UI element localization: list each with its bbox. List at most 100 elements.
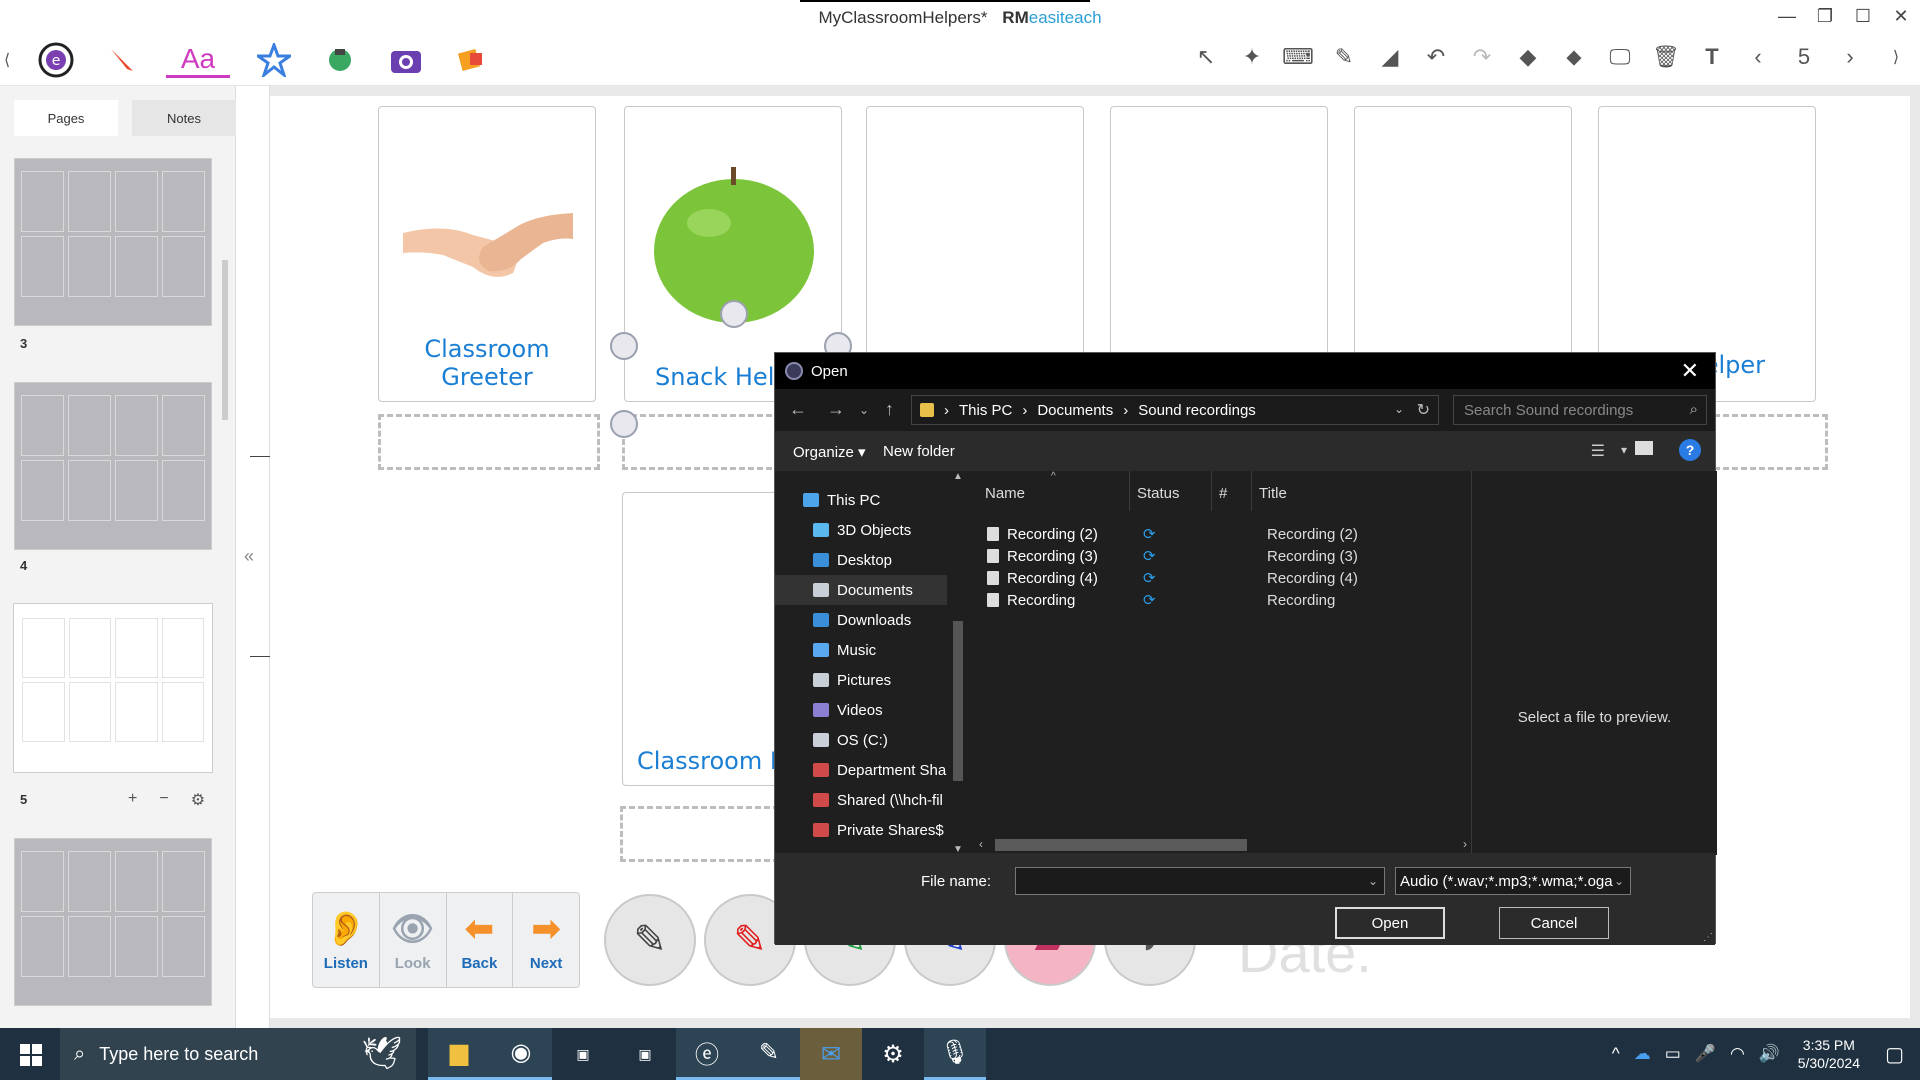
up-folder-icon[interactable]: ↑ (885, 399, 894, 420)
text-tool-icon[interactable]: Aa (166, 42, 230, 78)
minimize-button[interactable]: — (1778, 6, 1796, 27)
start-button[interactable] (20, 1044, 42, 1066)
navigation-scrollbar[interactable]: ▲ ▼ (949, 471, 967, 855)
show-hidden-icons[interactable]: ^ (1612, 1044, 1620, 1064)
chrome-icon[interactable]: ◉ (490, 1028, 552, 1080)
nav-item[interactable]: Pictures (775, 665, 947, 695)
forward-icon[interactable]: → (827, 399, 845, 420)
helper-card-greeter[interactable]: Classroom Greeter (378, 106, 596, 402)
column-name[interactable]: Name (985, 485, 1025, 502)
redo-icon[interactable]: ↷ (1466, 44, 1498, 70)
add-page-button[interactable]: + (128, 790, 137, 810)
tab-notes[interactable]: Notes (132, 100, 236, 136)
listen-button[interactable]: 👂 Listen (313, 893, 380, 987)
back-icon[interactable]: ← (789, 399, 807, 420)
file-type-select[interactable]: Audio (*.wav;*.mp3;*.wma;*.oga ⌄ (1395, 867, 1631, 895)
nav-item[interactable]: Department Sha (775, 755, 947, 785)
nav-item[interactable]: Music (775, 635, 947, 665)
camera-icon[interactable] (384, 42, 428, 78)
address-bar[interactable]: › This PC › Documents › Sound recordings… (911, 395, 1439, 425)
voice-recorder-icon[interactable]: 🎙 (924, 1028, 986, 1080)
tab-pages[interactable]: Pages (14, 100, 118, 136)
display-icon[interactable]: 🖵 (1604, 44, 1636, 70)
easiteach-logo-icon[interactable]: e (34, 42, 78, 78)
file-row[interactable]: Recording (4) ⟳ Recording (4) (987, 567, 1358, 589)
maximize-button[interactable]: ☐ (1854, 6, 1872, 27)
battery-icon[interactable]: ▭ (1665, 1044, 1681, 1064)
view-dropdown-icon[interactable]: ▾ (1621, 443, 1627, 457)
file-row[interactable]: Recording (2) ⟳ Recording (2) (987, 523, 1358, 545)
pen-tool-icon[interactable] (100, 42, 144, 78)
resize-grip-icon[interactable]: ⋰ (1703, 932, 1713, 943)
nav-item[interactable]: Videos (775, 695, 947, 725)
nav-item[interactable]: Shared (\\hch-fil (775, 785, 947, 815)
clear-icon[interactable]: ⬥ (1558, 44, 1590, 70)
clock[interactable]: 3:35 PM 5/30/2024 (1798, 1036, 1860, 1072)
panel-app-icon[interactable]: ▣ (614, 1028, 676, 1080)
horizontal-scrollbar[interactable]: ‹ › (977, 835, 1467, 855)
outlook-icon[interactable]: ✉ (800, 1028, 862, 1080)
page-thumbnail-5[interactable] (14, 604, 212, 772)
file-explorer-icon[interactable]: ▆ (428, 1028, 490, 1080)
onedrive-icon[interactable]: ☁ (1634, 1044, 1651, 1064)
file-row[interactable]: Recording (3) ⟳ Recording (3) (987, 545, 1358, 567)
recent-locations-icon[interactable]: ⌄ (859, 403, 869, 417)
view-options-icon[interactable]: ☰ (1591, 441, 1605, 461)
preview-pane-icon[interactable] (1635, 441, 1653, 455)
close-button[interactable]: ✕ (1892, 6, 1910, 27)
fill-icon[interactable]: ◢ (1374, 44, 1406, 70)
nav-item[interactable]: Private Shares$ ( (775, 815, 947, 845)
column-status[interactable]: Status (1137, 485, 1180, 502)
page-thumbnail-6[interactable] (14, 838, 212, 1006)
refresh-icon[interactable]: ↻ (1417, 400, 1430, 420)
magic-select-icon[interactable]: ✦ (1236, 44, 1268, 70)
hand-tool-icon[interactable] (318, 42, 362, 78)
cancel-button[interactable]: Cancel (1499, 907, 1609, 939)
taskbar-search[interactable]: ⌕ Type here to search 🕊 (60, 1028, 416, 1080)
ignite-icon[interactable]: ▣ (552, 1028, 614, 1080)
microphone-icon[interactable]: 🎤 (1695, 1044, 1716, 1064)
expand-toolbar-icon[interactable]: ⟩ (1880, 47, 1912, 67)
next-button[interactable]: ➡ Next (513, 893, 579, 987)
notifications-icon[interactable]: ▢ (1885, 1042, 1904, 1067)
resize-handle[interactable] (610, 410, 638, 438)
back-button[interactable]: ⬅ Back (447, 893, 514, 987)
organize-button[interactable]: Organize ▾ (793, 443, 866, 461)
highlighter-icon[interactable]: ✎ (1328, 44, 1360, 70)
page-settings-icon[interactable]: ⚙ (191, 790, 205, 810)
restore-button[interactable]: ❐ (1816, 6, 1834, 27)
grey-pen-icon[interactable]: ✎ (604, 894, 696, 986)
nav-item[interactable]: This PC (775, 485, 947, 515)
dialog-close-button[interactable]: ✕ (1681, 358, 1699, 384)
file-name-input[interactable]: ⌄ (1015, 867, 1385, 895)
nav-item[interactable]: Desktop (775, 545, 947, 575)
gadgets-icon[interactable] (450, 42, 494, 78)
select-arrow-icon[interactable]: ↖ (1190, 44, 1222, 70)
star-shape-icon[interactable] (252, 42, 296, 78)
toolbar-collapse-icon[interactable]: ⟨ (4, 50, 10, 70)
previous-page-icon[interactable]: ‹ (1742, 44, 1774, 70)
file-name-dropdown-icon[interactable]: ⌄ (1368, 874, 1378, 888)
nav-item[interactable]: Documents (775, 575, 947, 605)
name-dropzone-1[interactable] (378, 414, 600, 470)
resize-handle[interactable] (610, 332, 638, 360)
column-number[interactable]: # (1219, 485, 1227, 502)
nav-item[interactable]: Downloads (775, 605, 947, 635)
collapse-panel-icon[interactable]: « (244, 546, 254, 567)
keyboard-icon[interactable]: ⌨ (1282, 44, 1314, 70)
help-icon[interactable]: ? (1679, 439, 1701, 461)
nav-item[interactable]: 3D Objects (775, 515, 947, 545)
easiteach-icon[interactable]: ⓔ (676, 1028, 738, 1080)
text-format-icon[interactable]: T (1696, 44, 1728, 70)
breadcrumb-documents[interactable]: Documents (1037, 402, 1113, 419)
settings-icon[interactable]: ⚙ (862, 1028, 924, 1080)
address-dropdown-icon[interactable]: ⌄ (1394, 402, 1404, 416)
open-button[interactable]: Open (1335, 907, 1445, 939)
trash-icon[interactable]: 🗑 (1650, 44, 1682, 70)
look-button[interactable]: 👁 Look (380, 893, 447, 987)
remove-page-button[interactable]: − (159, 790, 168, 810)
breadcrumb-this-pc[interactable]: This PC (959, 402, 1012, 419)
panel-splitter[interactable]: « (236, 86, 270, 1028)
new-folder-button[interactable]: New folder (883, 443, 955, 460)
next-page-icon[interactable]: › (1834, 44, 1866, 70)
